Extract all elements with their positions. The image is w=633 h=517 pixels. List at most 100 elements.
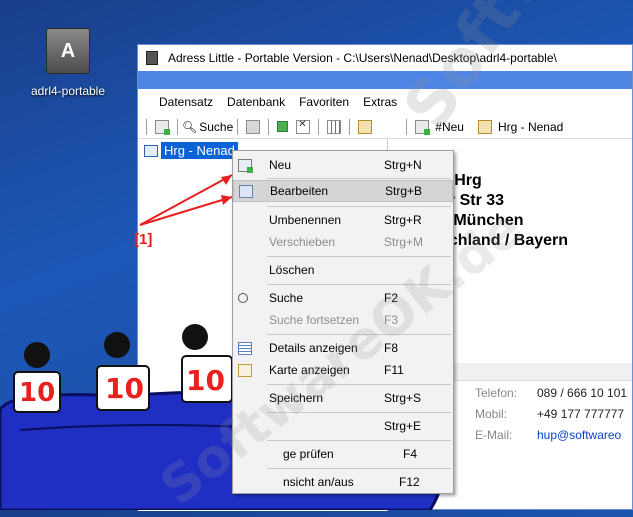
menu-item-label: ge prüfen: [283, 447, 334, 461]
menu-separator: [267, 334, 451, 335]
menu-item-pruefen[interactable]: ge prüfen F4: [233, 443, 453, 465]
menu-item-speichern[interactable]: Speichern Strg+S: [233, 387, 453, 409]
contact-value: +49 177 777777: [537, 407, 625, 421]
email-link[interactable]: hup@softwareo: [537, 428, 621, 442]
menu-item-label: Umbenennen: [269, 213, 342, 227]
contact-row-phone: Telefon: 089 / 666 10 101: [475, 386, 627, 400]
search-icon: [238, 293, 248, 303]
green-square-icon[interactable]: [277, 121, 289, 132]
delete-icon[interactable]: [296, 119, 311, 134]
menu-item-shortcut: F3: [384, 313, 399, 327]
context-menu: Neu Strg+N Bearbeiten Strg+B Umbenennen …: [232, 150, 454, 494]
window-app-icon: [146, 51, 158, 65]
menu-item-export[interactable]: Strg+E: [233, 415, 453, 437]
address-line: 3 München: [440, 212, 524, 229]
menu-separator: [267, 468, 451, 469]
contact-label: E-Mail:: [475, 428, 513, 442]
app-icon-glyph: A: [60, 39, 76, 62]
contact-row-email: E-Mail: hup@softwareo: [475, 428, 621, 442]
menu-item-shortcut: Strg+N: [384, 158, 422, 172]
menu-item-label: Neu: [269, 158, 292, 172]
menu-item-umbenennen[interactable]: Umbenennen Strg+R: [233, 209, 453, 231]
menu-item-suche[interactable]: Suche F2: [233, 287, 453, 309]
menu-item-shortcut: F2: [384, 291, 399, 305]
details-icon: [238, 341, 252, 355]
menu-separator: [267, 440, 451, 441]
menu-item-label: Verschieben: [269, 235, 336, 249]
menu-separator: [267, 206, 451, 207]
menu-item-shortcut: F4: [403, 447, 418, 461]
menu-item-shortcut: F12: [399, 475, 420, 489]
menu-item-shortcut: Strg+B: [385, 184, 423, 198]
title-bar[interactable]: Adress Little - Portable Version - C:\Us…: [138, 45, 632, 71]
menu-item-label: Löschen: [269, 263, 315, 277]
menu-separator: [267, 384, 451, 385]
toolbar-separator: [177, 118, 178, 135]
annotation-label: [1]: [134, 231, 153, 248]
menu-item-ansicht[interactable]: nsicht an/aus F12: [233, 471, 453, 493]
app-icon: A: [46, 28, 90, 74]
menu-item-suche-fortsetzen[interactable]: Suche fortsetzen F3: [233, 309, 453, 331]
contact-label: Telefon:: [475, 386, 518, 400]
new-record-icon: [238, 158, 253, 173]
tree-item-selected[interactable]: Hrg - Nenad: [144, 142, 238, 159]
search-icon: 🔍︎: [182, 119, 198, 134]
toolbar-separator: [268, 118, 270, 135]
card-icon: [238, 363, 252, 377]
toolbar-separator: [146, 118, 147, 135]
badge: 10: [186, 364, 225, 397]
grid-icon[interactable]: [327, 119, 342, 134]
address-line: d Hrg: [440, 172, 482, 189]
tree-item-label: Hrg - Nenad: [161, 142, 238, 159]
toolbar-search-label: Suche: [199, 119, 234, 134]
menu-item-shortcut: Strg+E: [384, 419, 422, 433]
menu-item-bearbeiten[interactable]: Bearbeiten Strg+B: [233, 180, 453, 202]
menu-favoriten[interactable]: Favoriten: [292, 95, 356, 109]
edit-record-icon: [239, 184, 253, 198]
address-line: schland / Bayern: [440, 232, 569, 249]
toolbar-search-button[interactable]: 🔍︎ Suche: [182, 120, 233, 134]
menu-separator: [267, 284, 451, 285]
menu-separator: [267, 178, 451, 179]
menu-item-shortcut: F11: [384, 363, 404, 377]
toolbar-separator: [349, 118, 351, 135]
menu-item-verschieben[interactable]: Verschieben Strg+M: [233, 231, 453, 253]
menu-item-label: Suche: [269, 291, 304, 305]
menu-separator: [267, 256, 451, 257]
menu-item-shortcut: Strg+S: [384, 391, 422, 405]
address-line: er Str 33: [440, 192, 505, 209]
contact-value: 089 / 666 10 101: [537, 386, 628, 400]
new-record-icon[interactable]: [155, 119, 170, 135]
desktop-shortcut-label: adrl4-portable: [30, 84, 106, 98]
menu-item-label: Bearbeiten: [270, 184, 329, 198]
menu-item-neu[interactable]: Neu Strg+N: [233, 154, 453, 176]
card-icon[interactable]: [358, 119, 373, 134]
menu-item-shortcut: F8: [384, 341, 399, 355]
menu-bar: Datensatz Datenbank Favoriten Extras: [138, 89, 632, 115]
menu-item-label: Details anzeigen: [269, 341, 358, 355]
desktop-shortcut[interactable]: A adrl4-portable: [28, 28, 108, 98]
window-title: Adress Little - Portable Version - C:\Us…: [168, 51, 557, 65]
menu-datensatz[interactable]: Datensatz: [152, 95, 220, 109]
menu-item-label: Suche fortsetzen: [269, 313, 360, 327]
contact-icon: [144, 144, 158, 157]
badge: 10: [105, 372, 144, 405]
menu-item-details[interactable]: Details anzeigen F8: [233, 337, 453, 359]
title-accent-bar: [138, 71, 632, 89]
menu-separator: [267, 412, 451, 413]
menu-item-karte[interactable]: Karte anzeigen F11: [233, 359, 453, 381]
contact-label: Mobil:: [475, 407, 508, 421]
save-icon[interactable]: [246, 119, 261, 134]
menu-item-label: nsicht an/aus: [283, 475, 354, 489]
menu-item-shortcut: Strg+R: [384, 213, 422, 227]
menu-extras[interactable]: Extras: [356, 95, 404, 109]
menu-item-label: Speichern: [269, 391, 324, 405]
address-block: d Hrg er Str 33 3 München schland / Baye…: [440, 171, 568, 251]
badge: 10: [19, 378, 56, 408]
menu-item-shortcut: Strg+M: [384, 235, 424, 249]
toolbar-separator: [237, 118, 239, 135]
contact-row-mobile: Mobil: +49 177 777777: [475, 407, 624, 421]
menu-item-label: Karte anzeigen: [269, 363, 350, 377]
menu-item-loeschen[interactable]: Löschen: [233, 259, 453, 281]
menu-datenbank[interactable]: Datenbank: [220, 95, 292, 109]
